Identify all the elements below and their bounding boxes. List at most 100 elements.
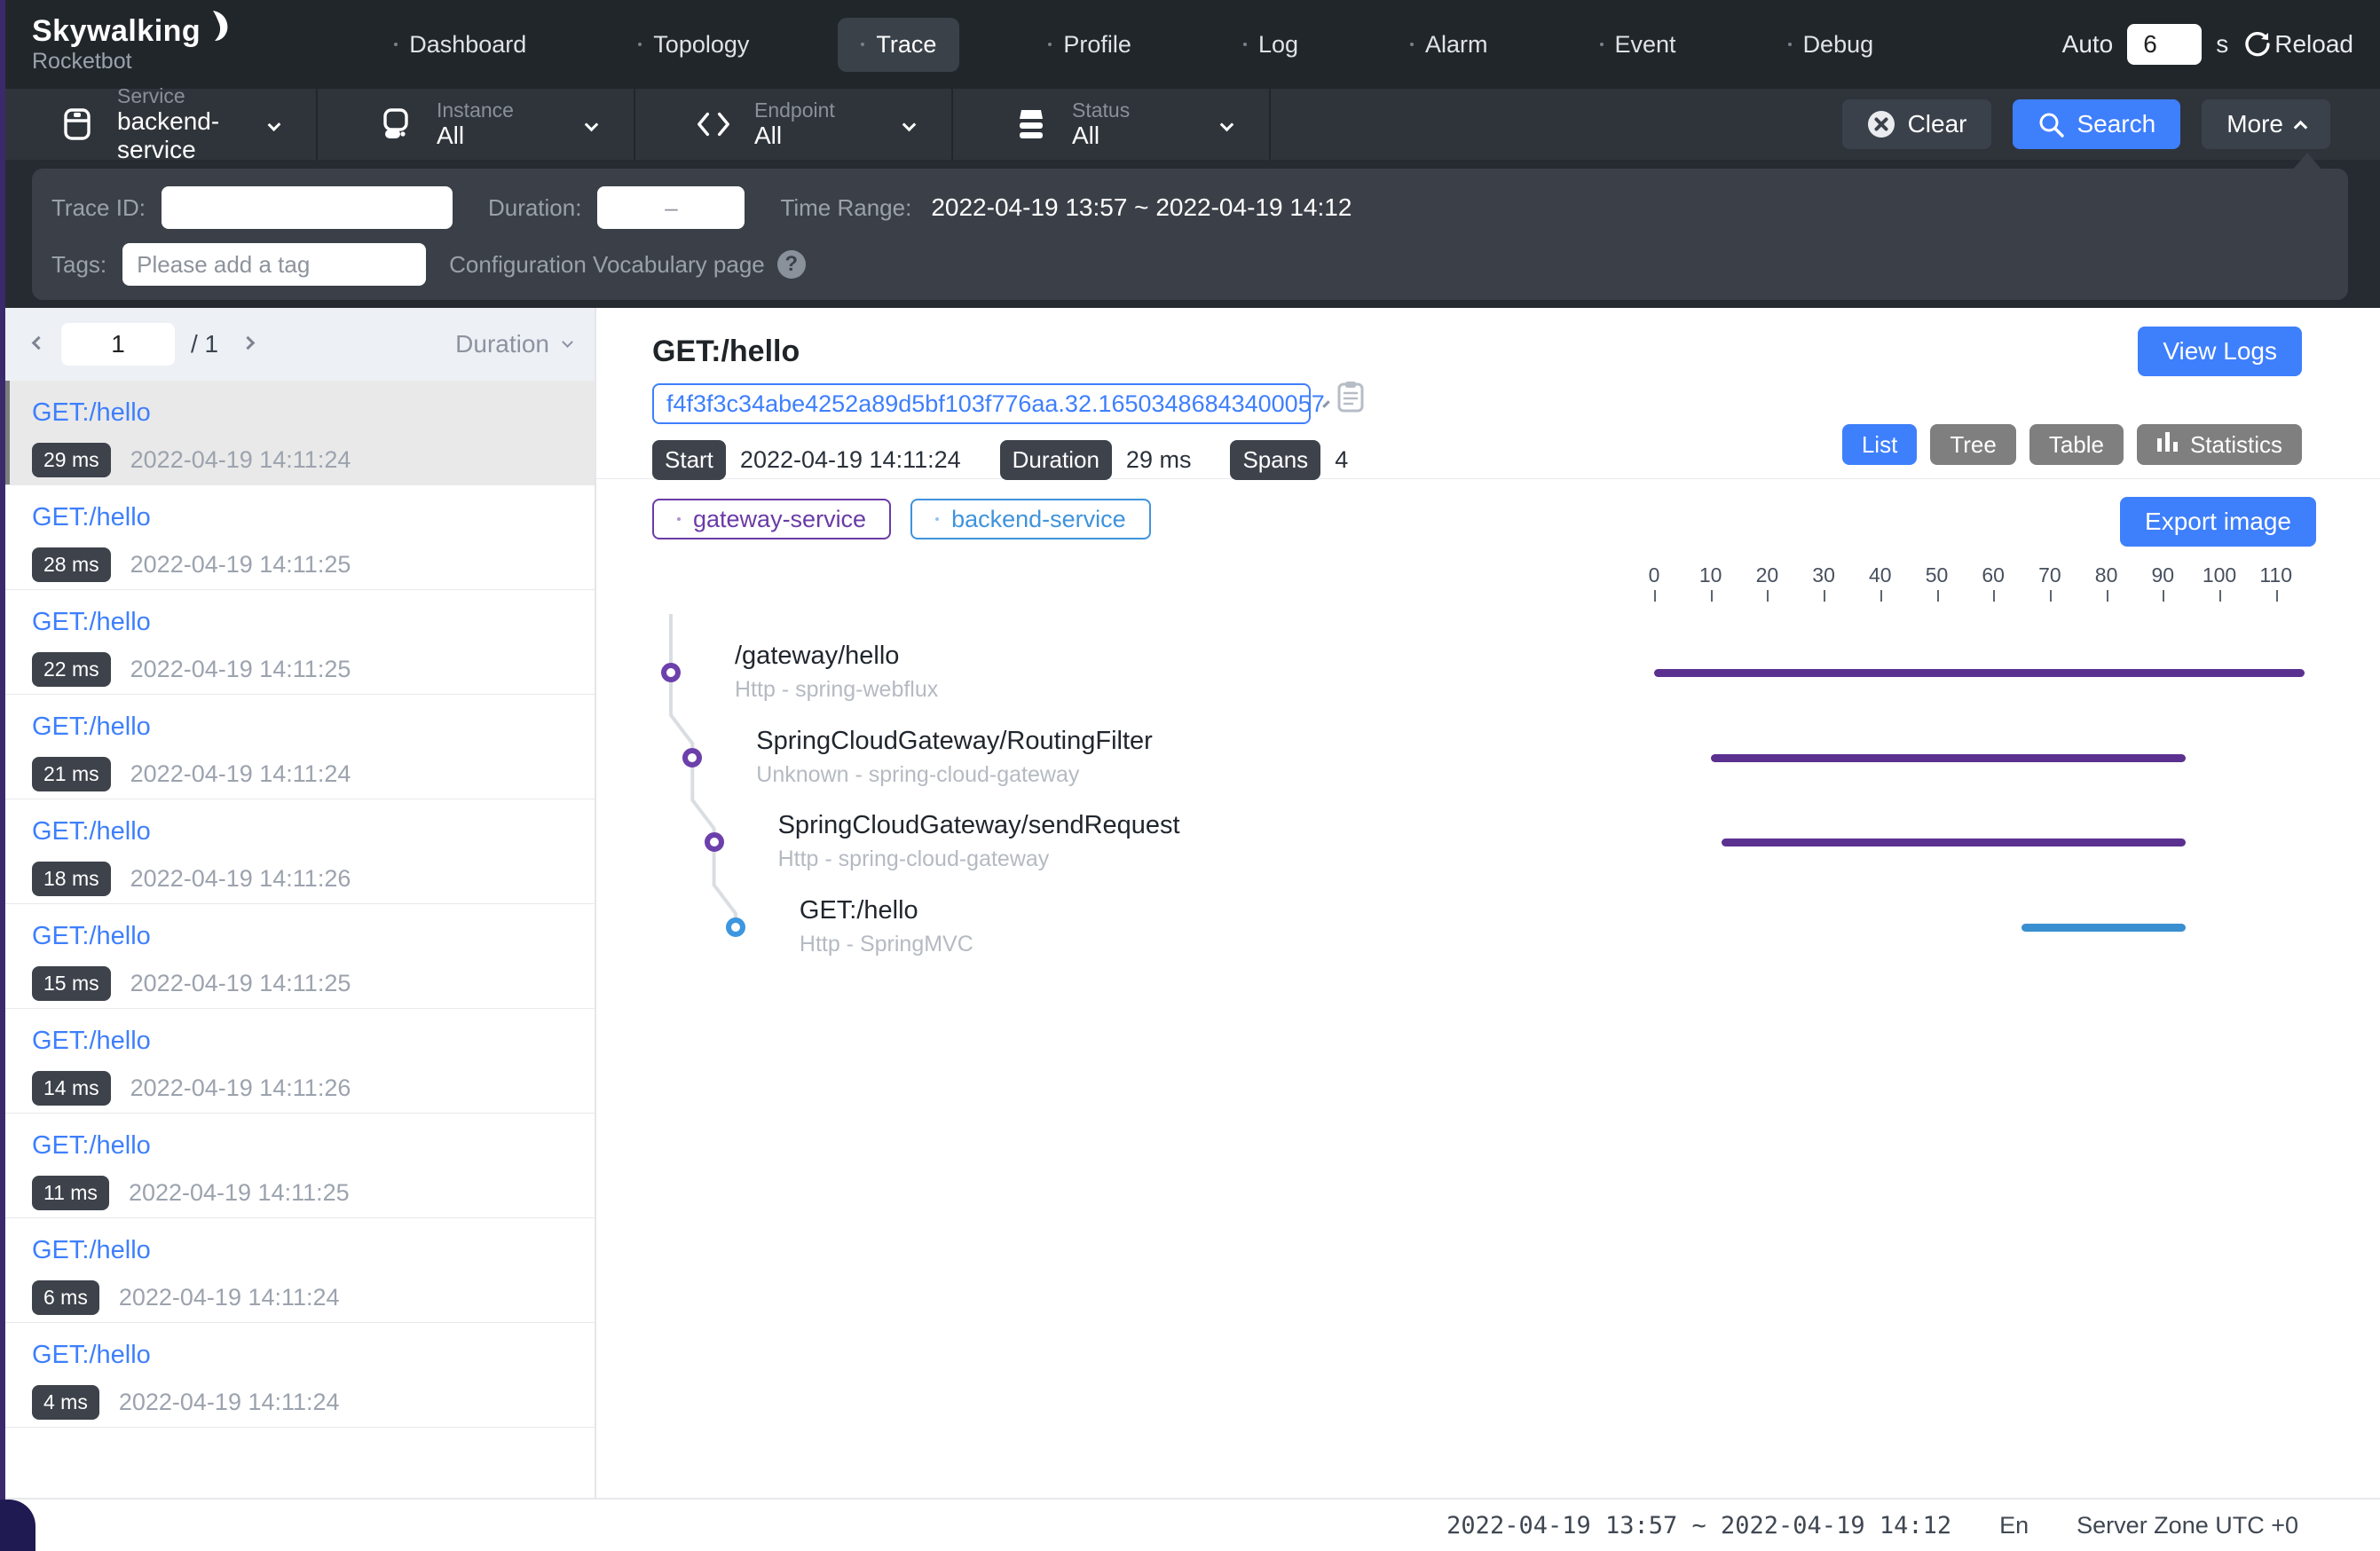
axis-tick-mark [2107, 590, 2108, 602]
auto-unit: s [2216, 30, 2228, 59]
trace-item-timestamp: 2022-04-19 14:11:24 [130, 446, 351, 474]
footer-time-range[interactable]: 2022-04-19 13:57 ~ 2022-04-19 14:12 [1446, 1512, 1951, 1539]
next-page-button[interactable] [238, 331, 258, 358]
page-number-input[interactable] [61, 323, 175, 366]
help-question-icon[interactable]: ? [777, 250, 806, 279]
nav-item-log[interactable]: Log [1220, 18, 1321, 72]
tab-list[interactable]: List [1842, 424, 1917, 465]
span-duration-bar[interactable] [1722, 838, 2185, 846]
trace-item-duration-badge: 6 ms [32, 1280, 99, 1315]
trace-list-item[interactable]: GET:/hello 15 ms 2022-04-19 14:11:25 [5, 904, 595, 1009]
nav-item-profile[interactable]: Profile [1025, 18, 1155, 72]
span-duration-bar[interactable] [2021, 924, 2186, 932]
trace-item-title[interactable]: GET:/hello [32, 1027, 595, 1056]
span-title[interactable]: GET:/hello [800, 896, 918, 925]
trace-list-item[interactable]: GET:/hello4 ms2022-04-19 14:11:24 [5, 1323, 595, 1428]
clear-button[interactable]: Clear [1842, 99, 1992, 149]
span-duration-bar[interactable] [1711, 754, 2186, 762]
nav-item-topology[interactable]: Topology [615, 18, 772, 72]
trace-id-value: f4f3f3c34abe4252a89d5bf103f776aa.32.1650… [666, 390, 1325, 418]
tab-statistics[interactable]: Statistics [2137, 424, 2302, 465]
span-layer-component: Http - spring-webflux [735, 677, 938, 703]
span-node-backend-service[interactable] [726, 917, 745, 937]
nav-items: Dashboard Topology Trace Profile Log Alarm Eve… [371, 18, 1896, 72]
nav-item-trace[interactable]: Trace [838, 18, 959, 72]
trace-item-title[interactable]: GET:/hello [32, 1131, 595, 1161]
tab-label: Statistics [2190, 431, 2282, 459]
trace-list-item[interactable]: GET:/hello22 ms2022-04-19 14:11:25 [5, 590, 595, 695]
trace-item-duration-badge: 15 ms [32, 966, 111, 1001]
filter-service-dropdown[interactable]: Servicebackend-service [0, 89, 318, 160]
trace-list-item[interactable]: GET:/hello21 ms2022-04-19 14:11:24 [5, 695, 595, 799]
vocabulary-link[interactable]: Configuration Vocabulary page [449, 251, 765, 279]
trace-item-title[interactable]: GET:/hello [32, 608, 595, 637]
nav-item-alarm[interactable]: Alarm [1387, 18, 1511, 72]
trace-item-timestamp: 2022-04-19 14:11:25 [130, 970, 351, 997]
more-button[interactable]: More [2202, 99, 2330, 149]
chevron-down-icon [1220, 117, 1234, 131]
span-title[interactable]: /gateway/hello [735, 642, 899, 671]
trace-list-item[interactable]: GET:/hello6 ms2022-04-19 14:11:24 [5, 1218, 595, 1323]
filter-endpoint-dropdown[interactable]: EndpointAll [635, 89, 953, 160]
trace-list-item[interactable]: GET:/hello18 ms2022-04-19 14:11:26 [5, 799, 595, 904]
trace-item-title[interactable]: GET:/hello [32, 922, 595, 951]
trace-list-item[interactable]: GET:/hello 11 ms 2022-04-19 14:11:25 [5, 1114, 595, 1218]
trace-list-item[interactable]: GET:/hello14 ms2022-04-19 14:11:26 [5, 1009, 595, 1114]
span-node-gateway-service[interactable] [661, 663, 681, 682]
filter-status-dropdown[interactable]: StatusAll [953, 89, 1271, 160]
filter-value: backend-service [117, 107, 270, 164]
service-chip-gateway-service[interactable]: gateway-service [652, 499, 891, 539]
app-logo: Skywalking Rocketbot [32, 16, 229, 73]
nav-item-debug[interactable]: Debug [1765, 18, 1897, 72]
chevron-down-icon [585, 117, 599, 131]
filter-selectors: Servicebackend-serviceInstanceAllEndpoin… [0, 89, 1271, 160]
span-node-gateway-service[interactable] [705, 832, 724, 852]
span-node-gateway-service[interactable] [682, 748, 702, 768]
nav-item-event[interactable]: Event [1577, 18, 1699, 72]
page-total: / 1 [191, 330, 218, 358]
clear-label: Clear [1908, 110, 1967, 138]
span-title[interactable]: SpringCloudGateway/RoutingFilter [756, 727, 1153, 756]
tab-table[interactable]: Table [2029, 424, 2124, 465]
sort-dropdown[interactable]: Duration [455, 330, 571, 358]
filter-instance-dropdown[interactable]: InstanceAll [318, 89, 635, 160]
search-icon [2037, 111, 2064, 138]
view-logs-button[interactable]: View Logs [2138, 327, 2302, 376]
trace-item-timestamp: 2022-04-19 14:11:25 [130, 551, 351, 579]
trace-id-input[interactable] [162, 186, 453, 229]
trace-item-title[interactable]: GET:/hello [32, 398, 595, 428]
tags-input[interactable] [122, 243, 426, 286]
export-image-button[interactable]: Export image [2120, 497, 2316, 547]
axis-tick-label: 60 [1982, 563, 2005, 587]
trace-item-timestamp: 2022-04-19 14:11:25 [129, 1179, 350, 1207]
trace-item-title[interactable]: GET:/hello [32, 1236, 595, 1265]
language-switch[interactable]: En [1999, 1512, 2029, 1539]
filter-buttons: Clear Search More [1842, 89, 2380, 160]
axis-tick-mark [2050, 590, 2052, 602]
service-chip-backend-service[interactable]: backend-service [910, 499, 1151, 539]
trace-list-item[interactable]: GET:/hello29 ms2022-04-19 14:11:24 [5, 381, 595, 485]
search-button[interactable]: Search [2013, 99, 2180, 149]
server-zone[interactable]: Server Zone UTC +0 [2077, 1512, 2298, 1539]
trace-item-title[interactable]: GET:/hello [32, 503, 595, 532]
auto-interval-input[interactable] [2127, 24, 2202, 65]
trace-item-duration-badge: 11 ms [32, 1176, 109, 1210]
tab-tree[interactable]: Tree [1930, 424, 2016, 465]
span-duration-bar[interactable] [1654, 669, 2305, 677]
more-label: More [2226, 110, 2283, 138]
copy-clipboard-icon[interactable] [1337, 381, 1364, 413]
trace-item-title[interactable]: GET:/hello [32, 817, 595, 846]
nav-item-dashboard[interactable]: Dashboard [371, 18, 549, 72]
duration-input[interactable] [597, 186, 745, 229]
prev-page-button[interactable] [28, 331, 49, 358]
trace-list-item[interactable]: GET:/hello28 ms2022-04-19 14:11:25 [5, 485, 595, 590]
trace-item-title[interactable]: GET:/hello [32, 713, 595, 742]
time-range-value[interactable]: 2022-04-19 13:57 ~ 2022-04-19 14:12 [931, 193, 1352, 222]
trace-item-title[interactable]: GET:/hello [32, 1341, 595, 1370]
trace-id-select[interactable]: f4f3f3c34abe4252a89d5bf103f776aa.32.1650… [652, 383, 1311, 424]
reload-button[interactable]: Reload [2242, 29, 2353, 59]
span-title[interactable]: SpringCloudGateway/sendRequest [778, 811, 1180, 840]
service-icon [60, 106, 94, 142]
axis-tick-label: 20 [1756, 563, 1779, 587]
start-badge: Start [652, 440, 726, 480]
